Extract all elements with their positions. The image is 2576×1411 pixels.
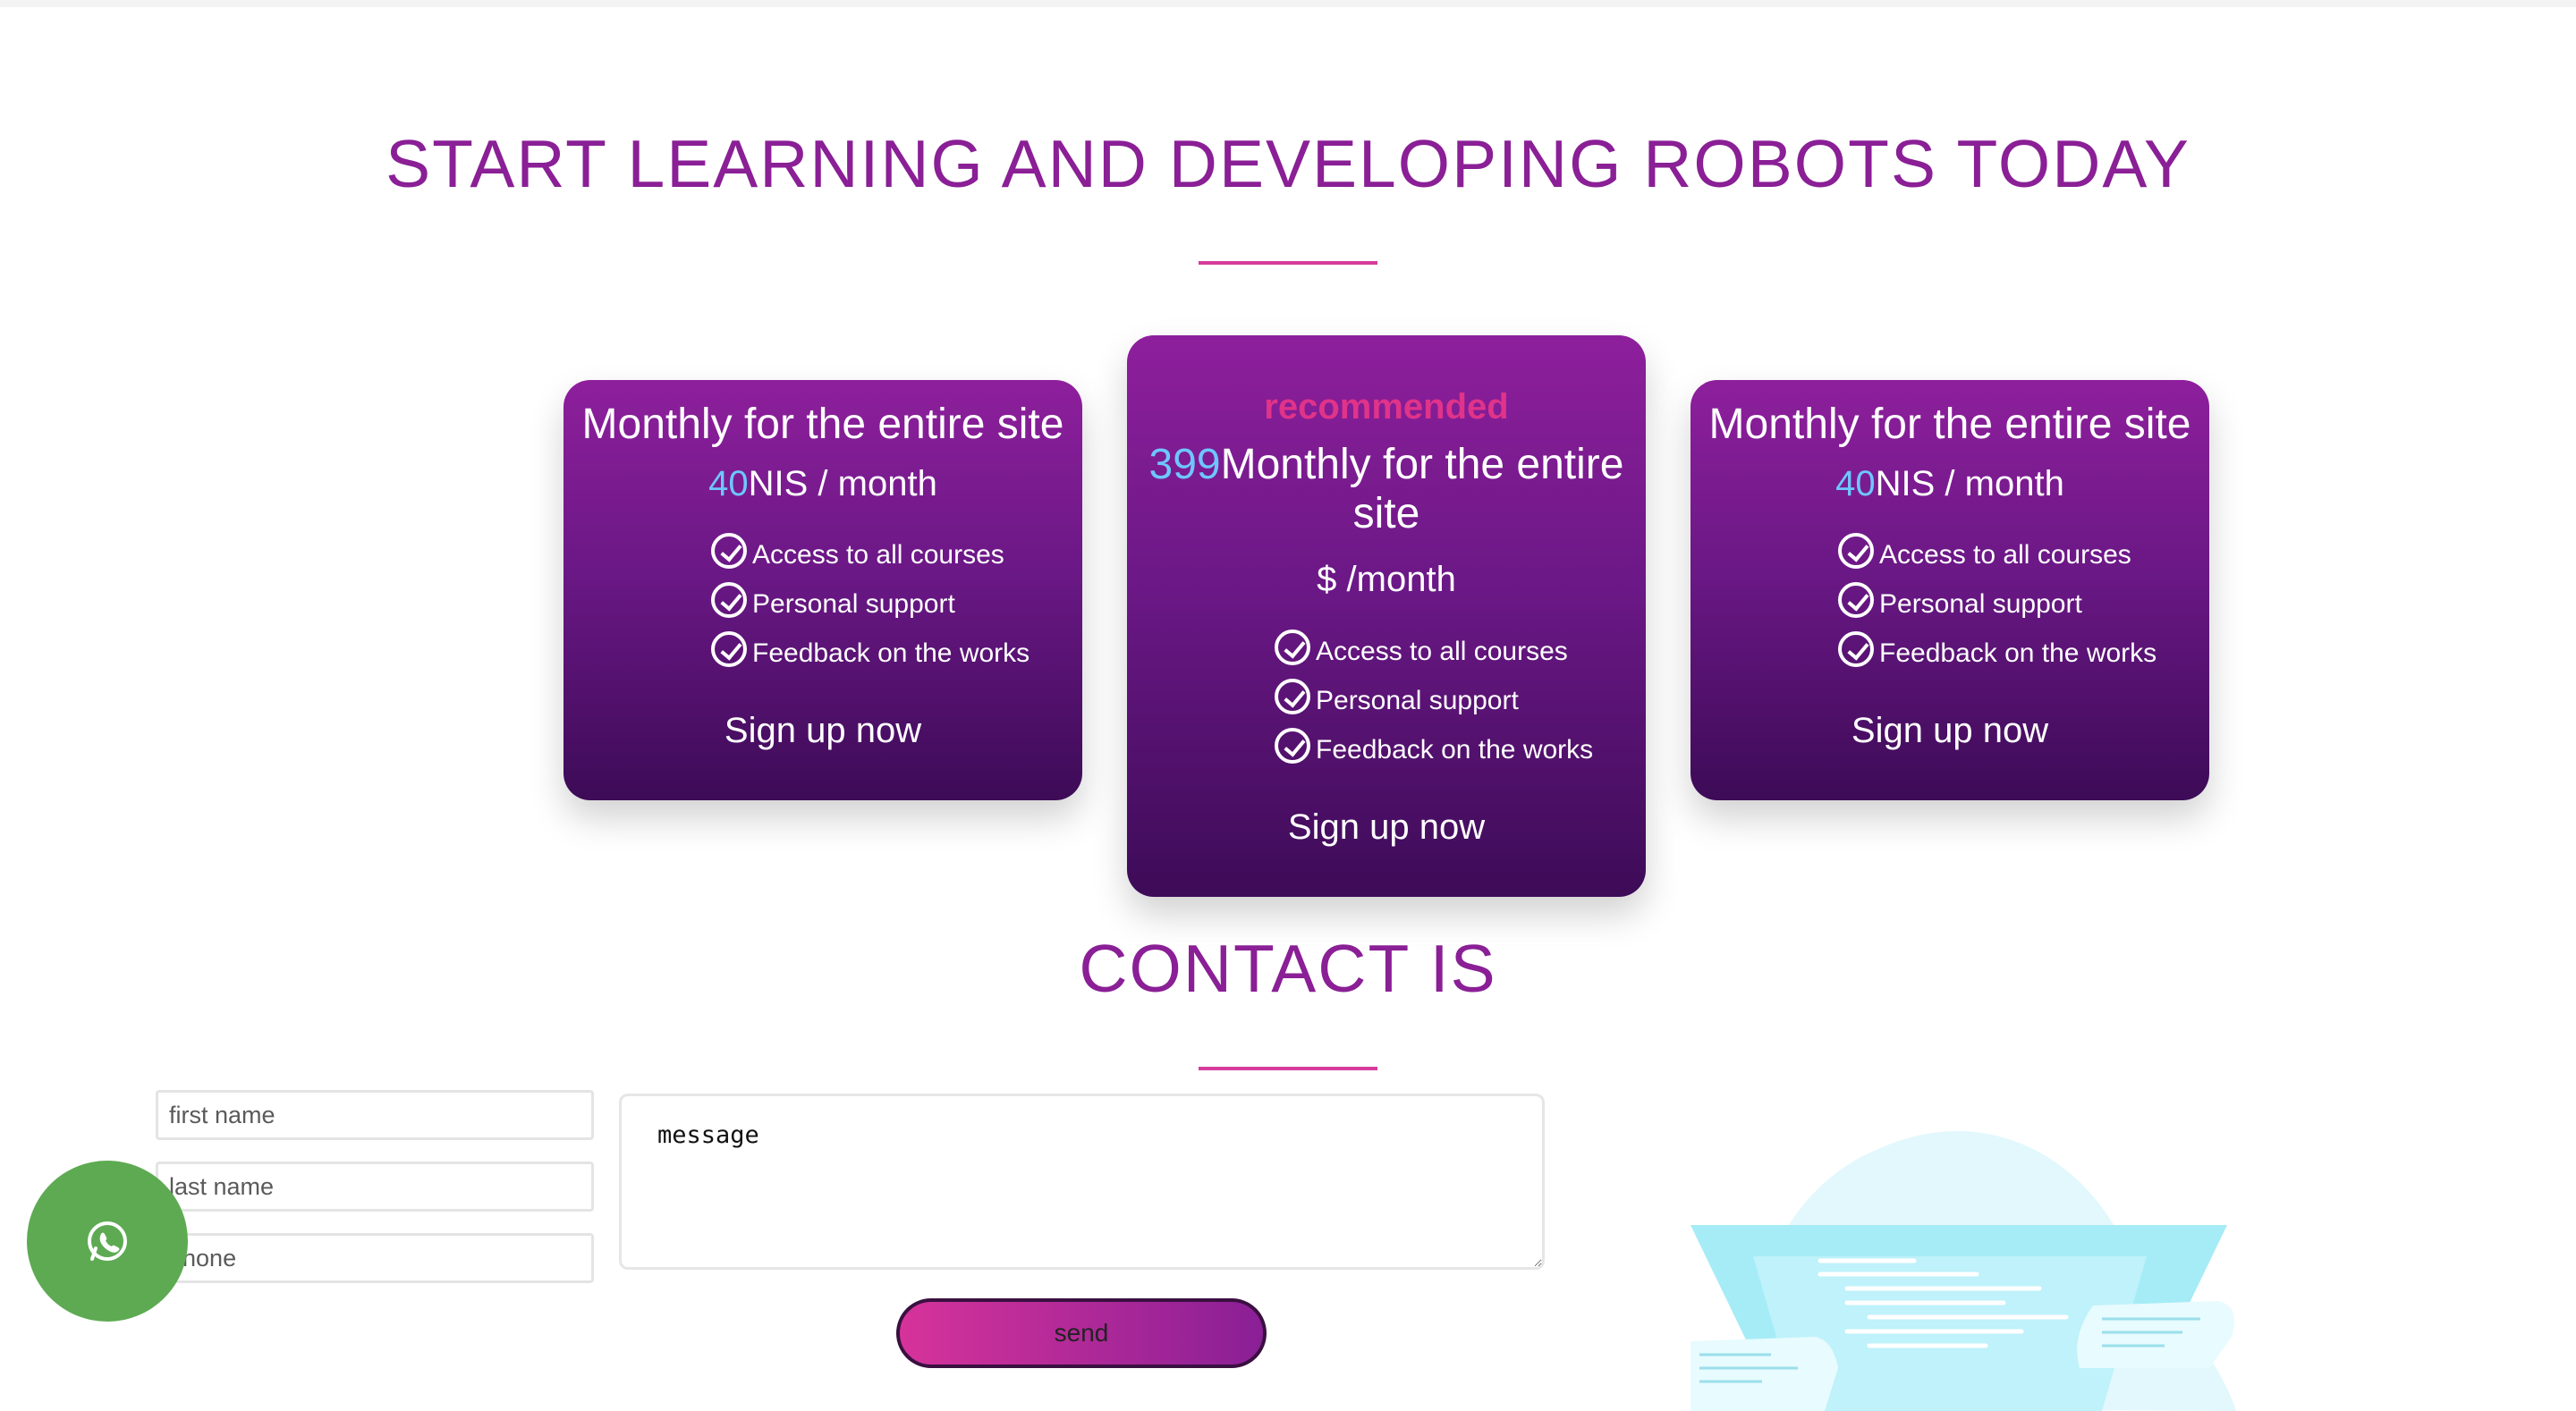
feature-label: Access to all courses [1879,540,2131,570]
whatsapp-button[interactable] [27,1161,188,1322]
feature-list: Access to all courses Personal support F… [1275,618,1593,765]
feature-list: Access to all courses Personal support F… [1838,521,2157,669]
recommended-badge: recommended [1264,387,1509,427]
feature-label: Access to all courses [752,540,1004,570]
feature-item: Personal support [1275,667,1593,716]
contact-underline [1199,1067,1377,1070]
feature-list: Access to all courses Personal support F… [711,521,1030,669]
price-amount: 40 [708,464,749,503]
check-circle-icon [1275,728,1310,764]
sign-up-button[interactable]: Sign up now [564,711,1082,751]
code-illustration [1690,1130,2236,1411]
check-circle-icon [1275,629,1310,665]
sign-up-button[interactable]: Sign up now [1690,711,2209,751]
plan-price: 40NIS / month [1690,463,2209,504]
plan-title: Monthly for the entire site [1708,401,2191,448]
feature-item: Feedback on the works [1275,716,1593,765]
sign-up-button[interactable]: Sign up now [1127,807,1646,848]
price-amount: 399 [1148,441,1221,488]
feature-item: Personal support [1838,570,2157,620]
price-amount: 40 [1835,464,1876,503]
feature-item: Feedback on the works [711,620,1030,669]
pricing-card-basic-2: Monthly for the entire site 40NIS / mont… [1690,380,2209,800]
check-circle-icon [711,631,747,667]
check-circle-icon [711,533,747,569]
pricing-card-recommended: recommended 399Monthly for the entire si… [1127,335,1646,897]
feature-item: Access to all courses [1838,521,2157,570]
feature-label: Personal support [752,589,955,619]
check-circle-icon [1275,679,1310,714]
feature-label: Personal support [1316,686,1519,715]
price-unit: NIS / month [748,464,937,503]
plan-title: Monthly for the entire site [581,401,1064,448]
contact-title: CONTACT IS [1079,931,1497,1006]
message-field[interactable] [619,1094,1545,1270]
feature-item: Access to all courses [1275,618,1593,667]
feature-item: Feedback on the works [1838,620,2157,669]
phone-field[interactable] [156,1233,594,1283]
plan-price: 40NIS / month [564,463,1082,504]
plan-title: 399Monthly for the entire site [1145,440,1628,538]
check-circle-icon [1838,582,1874,618]
whatsapp-icon [88,1221,127,1261]
plan-title-text: Monthly for the entire site [1220,441,1624,537]
feature-label: Feedback on the works [1316,735,1594,765]
send-button[interactable]: send [896,1298,1267,1368]
first-name-field[interactable] [156,1090,594,1140]
title-underline [1199,261,1377,265]
price-unit: NIS / month [1875,464,2064,503]
feature-item: Access to all courses [711,521,1030,570]
last-name-field[interactable] [156,1162,594,1212]
feature-item: Personal support [711,570,1030,620]
check-circle-icon [711,582,747,618]
feature-label: Feedback on the works [752,638,1030,668]
price-unit: $ /month [1317,560,1456,599]
feature-label: Personal support [1879,589,2082,619]
feature-label: Access to all courses [1316,637,1568,666]
feature-label: Feedback on the works [1879,638,2157,668]
pricing-card-basic: Monthly for the entire site 40NIS / mont… [564,380,1082,800]
page-title: START LEARNING AND DEVELOPING ROBOTS TOD… [386,126,2190,201]
check-circle-icon [1838,631,1874,667]
top-bar [0,0,2576,7]
check-circle-icon [1838,533,1874,569]
